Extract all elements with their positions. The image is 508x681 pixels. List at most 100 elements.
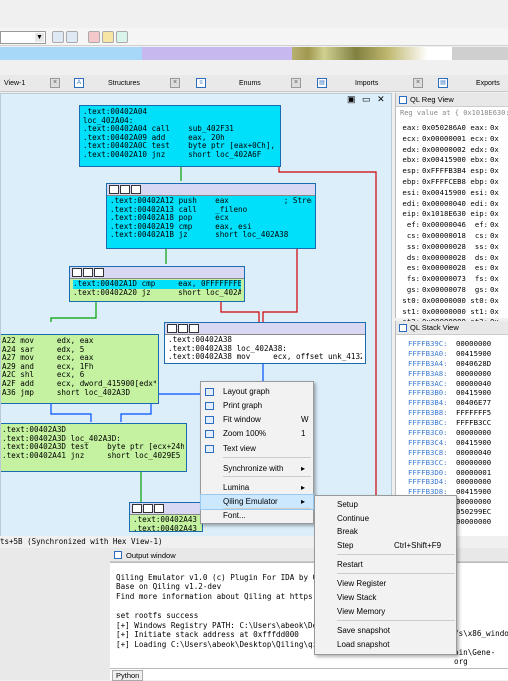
register-row: esp: 0xFFFFB3B4 esp: 0x — [396, 166, 508, 177]
register-row: st0: 0x00000000 st0: 0x — [396, 296, 508, 307]
refresh-button[interactable] — [66, 31, 78, 43]
chevron-down-icon[interactable]: ▼ — [35, 33, 44, 42]
register-name: edi: — [402, 198, 420, 208]
register-name: edx: — [470, 144, 488, 154]
graph-view[interactable]: .text:00402A04 loc_402A04: .text:00402A0… — [0, 93, 392, 540]
graph-node-402A04[interactable]: .text:00402A04 loc_402A04: .text:00402A0… — [79, 105, 281, 167]
submenu-item-continue[interactable]: Continue — [315, 512, 456, 526]
python-input-bar[interactable]: Python — [110, 668, 508, 681]
register-row: eax: 0x050286A0 eax: 0x — [396, 123, 508, 134]
register-name: ss: — [406, 241, 420, 251]
graph-context-menu: Layout graph Print graph Fit window W Zoom 1… — [200, 381, 314, 524]
submenu-item-label: Setup — [337, 500, 358, 509]
register-value: 0x00000002 — [422, 144, 466, 154]
restore-icon[interactable]: ▣ — [347, 94, 356, 104]
node-group-icon[interactable] — [178, 324, 188, 333]
menu-item-print-graph[interactable]: Print graph — [201, 399, 313, 413]
node-group-icon[interactable] — [143, 504, 153, 513]
graph-window-controls: ▣ ▭ ✕ — [347, 94, 385, 105]
submenu-item-step[interactable]: Step Ctrl+Shift+F9 — [315, 539, 456, 553]
code-line: .text:00402A19 cmp eax, esi — [110, 222, 252, 231]
stack-value: 00000000 — [456, 339, 492, 348]
menu-item-font[interactable]: Font... — [201, 509, 313, 523]
submenu-item-view-stack[interactable]: View Stack — [315, 591, 456, 605]
stack-value: 00415900 — [456, 348, 492, 358]
python-button[interactable]: Python — [112, 670, 144, 681]
navigation-band[interactable] — [0, 47, 508, 60]
close-icon[interactable]: × — [291, 78, 301, 88]
stack-address: FFFFB3AC: — [408, 378, 448, 388]
stack-address: FFFFB3CC: — [408, 457, 448, 467]
node-list-icon[interactable] — [154, 504, 164, 513]
node-list-icon[interactable] — [189, 324, 199, 333]
node-color-icon[interactable] — [167, 324, 177, 333]
menu-item-label: Qiling Emulator — [223, 497, 278, 506]
graph-node-402A3D[interactable]: .text:00402A3D .text:00402A3D loc_402A3D… — [1, 423, 187, 472]
stack-value: FFFFB3CC — [456, 418, 492, 428]
tab-ida-view[interactable]: View-1 — [4, 77, 25, 90]
menu-item-qiling-emulator[interactable]: Qiling Emulator ▸ — [200, 494, 314, 510]
node-group-icon[interactable] — [83, 268, 93, 277]
menu-item-synchronize-with[interactable]: Synchronize with ▸ — [201, 462, 313, 476]
menu-item-zoom-100[interactable]: Zoom 100% 1 — [201, 427, 313, 441]
node-color-icon[interactable] — [72, 268, 82, 277]
submenu-item-view-register[interactable]: View Register — [315, 577, 456, 591]
stack-value: 00415900 — [456, 437, 492, 447]
node-group-icon[interactable] — [120, 185, 130, 194]
submenu-item-view-memory[interactable]: View Memory — [315, 605, 456, 619]
submenu-item-save-snapshot[interactable]: Save snapshot — [315, 624, 456, 638]
menu-item-text-view[interactable]: Text view — [201, 442, 313, 456]
segment-combo[interactable]: ▼ — [0, 31, 46, 44]
graph-node-402A43[interactable]: .text:00402A43 .text:00402A43 — [129, 502, 203, 532]
panel-title: QL Reg View — [410, 95, 454, 104]
stack-row: FFFFB3D0: 00000001 — [396, 468, 508, 478]
submenu-item-restart[interactable]: Restart — [315, 558, 456, 572]
close-icon[interactable]: × — [413, 78, 423, 88]
edit-button[interactable] — [102, 31, 114, 43]
register-name: ebx: — [402, 155, 420, 165]
close-icon[interactable]: ✕ — [377, 94, 385, 104]
tab-enums[interactable]: Enums — [239, 77, 261, 90]
graph-node-402A38[interactable]: .text:00402A38 .text:00402A38 loc_402A38… — [164, 322, 366, 364]
stack-value: 00000000 — [456, 457, 492, 467]
close-icon[interactable]: × — [50, 78, 60, 88]
menu-item-layout-graph[interactable]: Layout graph — [201, 385, 313, 399]
hex-button[interactable] — [116, 31, 128, 43]
graph-node-402A1D[interactable]: .text:00402A1D cmp eax, 0FFFFFFFEh .text… — [69, 266, 245, 302]
node-color-icon[interactable] — [109, 185, 119, 194]
node-list-icon[interactable] — [131, 185, 141, 194]
code-line: .text:00402A1B jz short loc_402A38 — [110, 231, 289, 240]
submenu-item-break[interactable]: Break — [315, 525, 456, 539]
submenu-item-shortcut: Ctrl+Shift+F9 — [394, 541, 442, 550]
register-row: st1: 0x00000000 st1: 0x — [396, 307, 508, 318]
register-name: eip: — [470, 209, 488, 219]
breakpoint-button[interactable] — [88, 31, 100, 43]
float-icon[interactable]: ▭ — [362, 94, 371, 104]
code-line: .text:00402A18 pop ecx — [110, 214, 229, 223]
submenu-item-setup[interactable]: Setup — [315, 498, 456, 512]
code-line: A27 mov ecx, eax — [2, 354, 94, 363]
register-value: 0x — [490, 176, 499, 186]
tab-structures[interactable]: Structures — [108, 77, 140, 90]
stack-value: FFFFFFF5 — [456, 408, 492, 418]
graph-node-402A22[interactable]: A22 mov edx, eax A24 sar edx, 5 A27 mov … — [1, 334, 159, 404]
submenu-item-load-snapshot[interactable]: Load snapshot — [315, 638, 456, 652]
register-row: ebx: 0x00415900 ebx: 0x — [396, 155, 508, 166]
node-list-icon[interactable] — [94, 268, 104, 277]
view-tab-bar: View-1 × A Structures × ≡ Enums × ▤ Impo… — [0, 75, 508, 92]
tab-imports[interactable]: Imports — [355, 77, 378, 90]
close-icon[interactable]: × — [170, 78, 180, 88]
register-value: 0x — [490, 133, 499, 143]
register-name: ds: — [406, 252, 420, 262]
nav-segment-mixed — [292, 47, 452, 60]
menu-item-fit-window[interactable]: Fit window W — [201, 413, 313, 427]
graph-node-402A12[interactable]: .text:00402A12 push eax ; Stream .text:0… — [106, 183, 316, 249]
stack-address: FFFFB3C0: — [408, 428, 448, 438]
node-color-icon[interactable] — [132, 504, 142, 513]
menu-item-lumina[interactable]: Lumina ▸ — [201, 481, 313, 495]
imports-icon: ▤ — [317, 78, 327, 88]
debugger-button[interactable] — [52, 31, 64, 43]
register-name: eax: — [402, 123, 420, 132]
tab-exports[interactable]: Exports — [476, 77, 500, 90]
stack-row: FFFFB3C0: 00000000 — [396, 428, 508, 438]
